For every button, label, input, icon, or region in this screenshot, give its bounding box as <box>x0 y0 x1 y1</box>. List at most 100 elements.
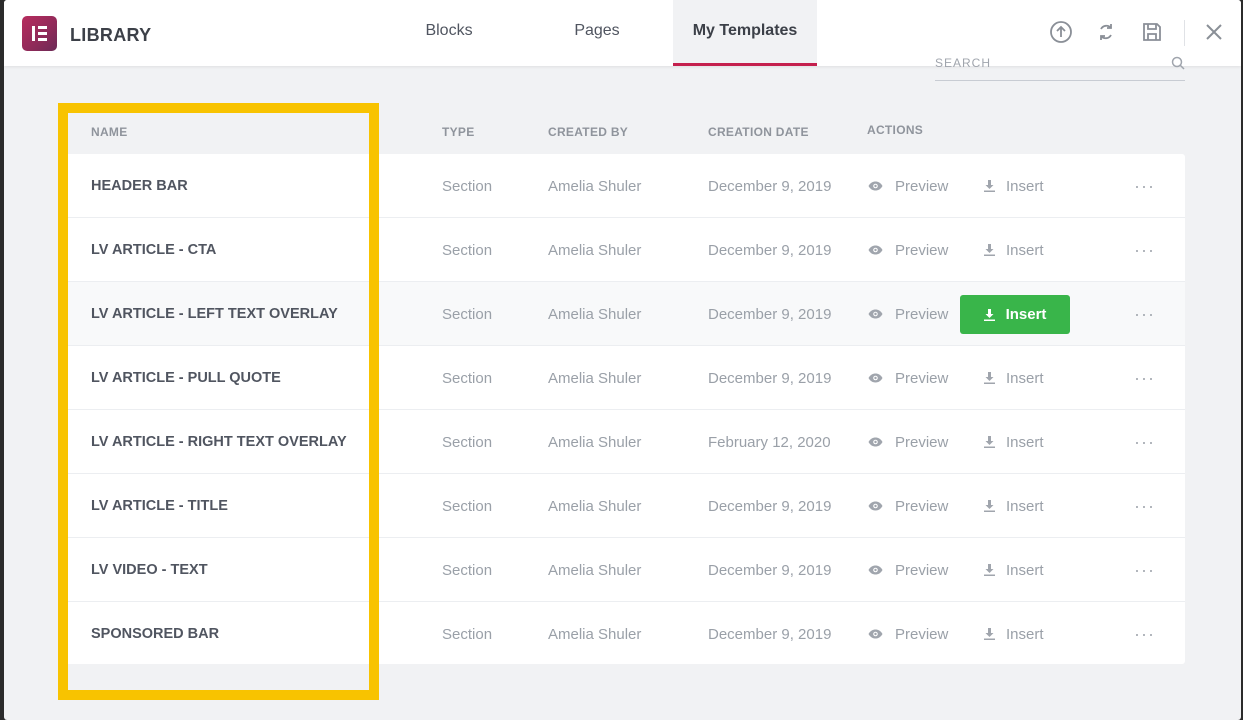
template-author: Amelia Shuler <box>548 241 642 259</box>
template-author: Amelia Shuler <box>548 561 642 579</box>
template-name: LV ARTICLE - CTA <box>91 242 217 258</box>
preview-button[interactable]: Preview <box>868 474 948 538</box>
template-name: LV ARTICLE - RIGHT TEXT OVERLAY <box>91 434 347 450</box>
table-row: LV VIDEO - TEXT Section Amelia Shuler De… <box>64 538 1185 602</box>
more-options-icon[interactable]: ··· <box>1134 346 1155 410</box>
tab-pages[interactable]: Pages <box>552 0 642 66</box>
tab-my-templates[interactable]: My Templates <box>673 0 817 66</box>
preview-label: Preview <box>895 561 949 579</box>
template-type: Section <box>442 305 493 323</box>
template-type: Section <box>442 625 493 643</box>
table-row: LV ARTICLE - RIGHT TEXT OVERLAY Section … <box>64 410 1185 474</box>
preview-button[interactable]: Preview <box>868 218 948 282</box>
column-header-name[interactable]: NAME <box>91 125 128 139</box>
insert-label: Insert <box>1006 625 1044 643</box>
insert-label: Insert <box>1006 177 1044 195</box>
preview-button[interactable]: Preview <box>868 346 948 410</box>
template-name: LV ARTICLE - TITLE <box>91 498 228 514</box>
insert-label: Insert <box>1006 241 1044 259</box>
template-type: Section <box>442 177 493 195</box>
more-options-icon[interactable]: ··· <box>1134 410 1155 474</box>
more-options-icon[interactable]: ··· <box>1134 602 1155 666</box>
search-input[interactable] <box>935 52 1155 74</box>
template-type: Section <box>442 369 493 387</box>
search-field <box>935 52 1185 81</box>
sync-icon[interactable] <box>1094 20 1118 44</box>
template-name: LV ARTICLE - PULL QUOTE <box>91 370 281 386</box>
table-row: LV ARTICLE - LEFT TEXT OVERLAY Section A… <box>64 282 1185 346</box>
template-name: HEADER BAR <box>91 178 188 194</box>
column-header-created-by[interactable]: CREATED BY <box>548 125 628 139</box>
template-date: December 9, 2019 <box>708 561 832 579</box>
column-header-creation-date[interactable]: CREATION DATE <box>708 125 809 139</box>
library-modal: LIBRARY Blocks Pages My Templates SEARCH… <box>4 0 1241 720</box>
template-date: February 12, 2020 <box>708 433 831 451</box>
column-header-actions: ACTIONS <box>867 123 924 137</box>
insert-button[interactable]: Insert <box>984 602 1044 666</box>
table-row: LV ARTICLE - CTA Section Amelia Shuler D… <box>64 218 1185 282</box>
insert-button[interactable]: Insert <box>960 295 1070 334</box>
template-date: December 9, 2019 <box>708 625 832 643</box>
more-options-icon[interactable]: ··· <box>1134 218 1155 282</box>
download-icon <box>983 308 995 321</box>
template-type: Section <box>442 241 493 259</box>
upload-icon[interactable] <box>1049 20 1073 44</box>
insert-button[interactable]: Insert <box>984 346 1044 410</box>
download-icon <box>984 244 995 256</box>
download-icon <box>984 180 995 192</box>
template-date: December 9, 2019 <box>708 177 832 195</box>
template-date: December 9, 2019 <box>708 497 832 515</box>
save-icon[interactable] <box>1140 20 1164 44</box>
tab-blocks[interactable]: Blocks <box>404 0 494 66</box>
close-icon[interactable] <box>1202 20 1226 44</box>
insert-button[interactable]: Insert <box>984 410 1044 474</box>
download-icon <box>984 372 995 384</box>
template-author: Amelia Shuler <box>548 305 642 323</box>
preview-label: Preview <box>895 497 949 515</box>
preview-label: Preview <box>895 177 949 195</box>
insert-label: Insert <box>1006 561 1044 579</box>
preview-label: Preview <box>895 305 949 323</box>
template-type: Section <box>442 561 493 579</box>
insert-label: Insert <box>1006 433 1044 451</box>
download-icon <box>984 500 995 512</box>
search-icon <box>1171 56 1185 70</box>
download-icon <box>984 628 995 640</box>
template-author: Amelia Shuler <box>548 177 642 195</box>
insert-button[interactable]: Insert <box>984 154 1044 218</box>
insert-button[interactable]: Insert <box>984 218 1044 282</box>
preview-button[interactable]: Preview <box>868 282 948 346</box>
eye-icon <box>868 437 883 447</box>
eye-icon <box>868 373 883 383</box>
preview-button[interactable]: Preview <box>868 410 948 474</box>
table-row: LV ARTICLE - TITLE Section Amelia Shuler… <box>64 474 1185 538</box>
insert-label: Insert <box>1005 306 1047 323</box>
templates-table: HEADER BAR Section Amelia Shuler Decembe… <box>64 154 1185 664</box>
eye-icon <box>868 501 883 511</box>
eye-icon <box>868 565 883 575</box>
more-options-icon[interactable]: ··· <box>1134 538 1155 602</box>
library-title: LIBRARY <box>70 25 152 45</box>
template-name: LV VIDEO - TEXT <box>91 562 208 578</box>
template-author: Amelia Shuler <box>548 369 642 387</box>
insert-button[interactable]: Insert <box>984 538 1044 602</box>
template-author: Amelia Shuler <box>548 433 642 451</box>
elementor-logo-icon <box>22 16 57 51</box>
template-date: December 9, 2019 <box>708 305 832 323</box>
eye-icon <box>868 245 883 255</box>
more-options-icon[interactable]: ··· <box>1134 474 1155 538</box>
preview-label: Preview <box>895 625 949 643</box>
template-date: December 9, 2019 <box>708 241 832 259</box>
preview-button[interactable]: Preview <box>868 154 948 218</box>
eye-icon <box>868 309 883 319</box>
insert-button[interactable]: Insert <box>984 474 1044 538</box>
preview-button[interactable]: Preview <box>868 538 948 602</box>
insert-label: Insert <box>1006 497 1044 515</box>
template-name: LV ARTICLE - LEFT TEXT OVERLAY <box>91 306 338 322</box>
more-options-icon[interactable]: ··· <box>1134 282 1155 346</box>
column-header-type[interactable]: TYPE <box>442 125 475 139</box>
download-icon <box>984 436 995 448</box>
more-options-icon[interactable]: ··· <box>1134 154 1155 218</box>
table-row: LV ARTICLE - PULL QUOTE Section Amelia S… <box>64 346 1185 410</box>
preview-button[interactable]: Preview <box>868 602 948 666</box>
